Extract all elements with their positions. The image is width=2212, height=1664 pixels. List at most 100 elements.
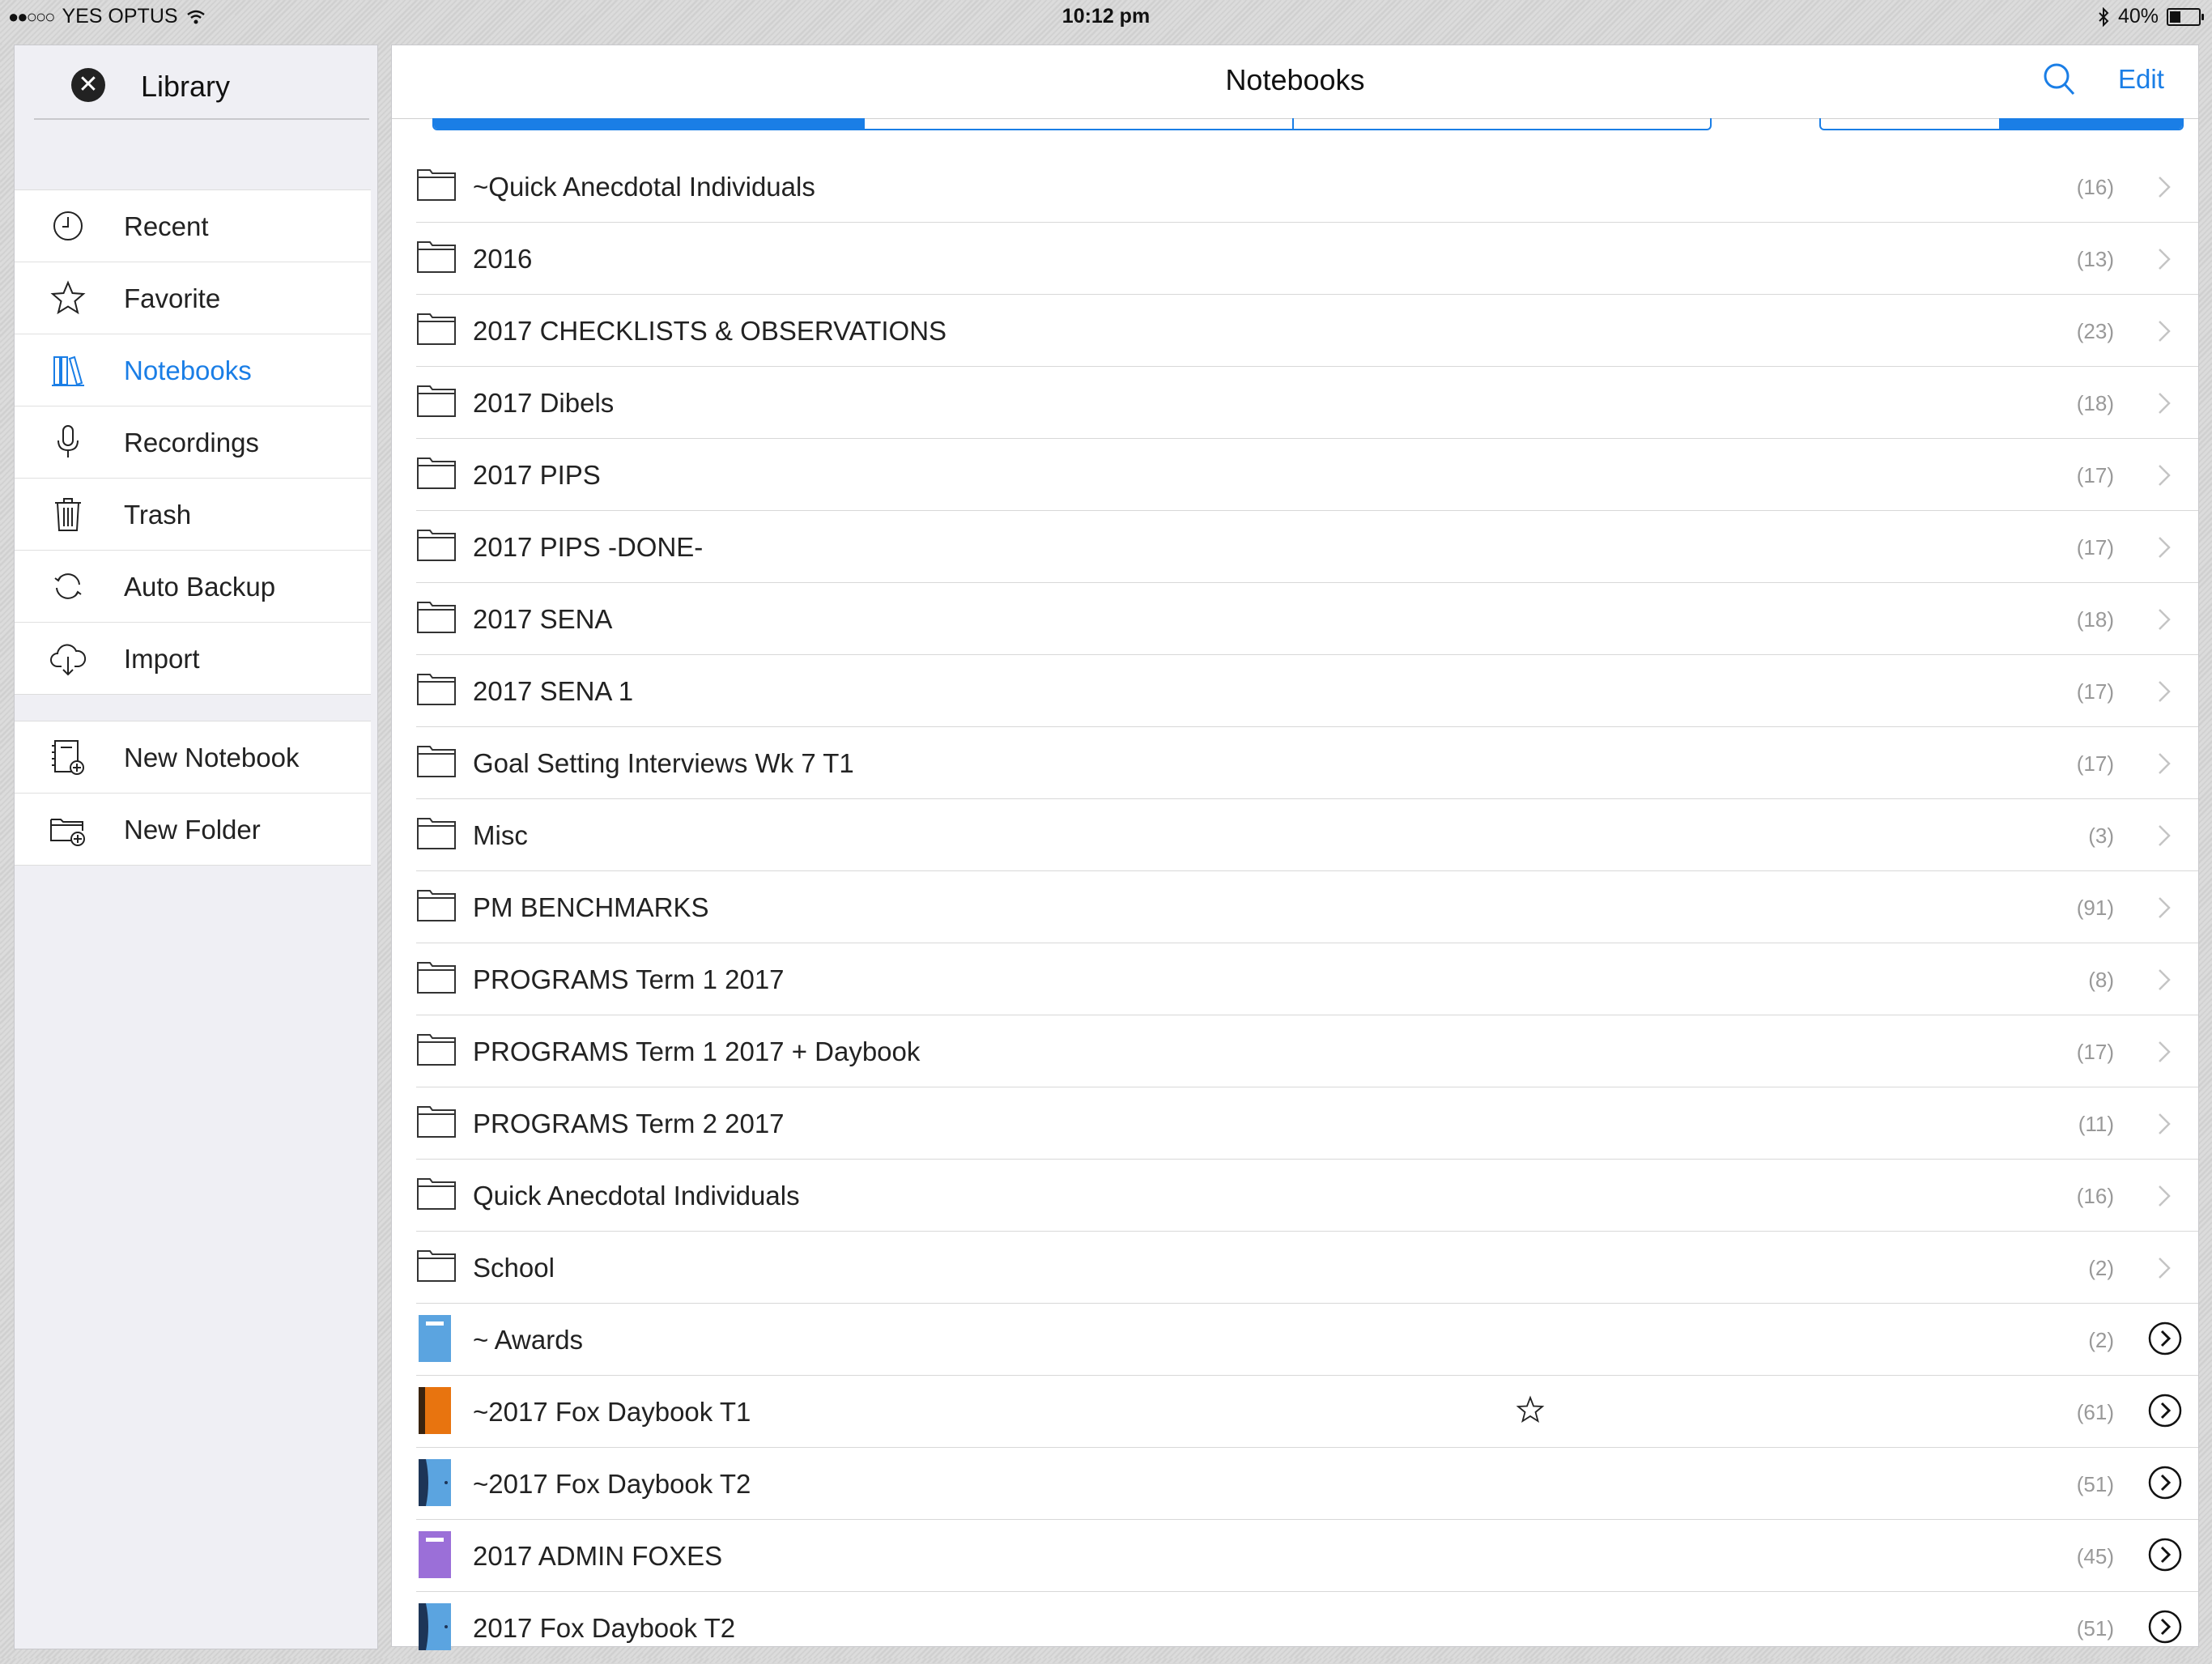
folder-row[interactable]: PROGRAMS Term 2 2017 (11) <box>416 1087 2198 1160</box>
notebook-detail-button[interactable] <box>2148 1466 2182 1500</box>
sidebar-item-notebooks[interactable]: Notebooks <box>15 334 371 406</box>
row-count: (61) <box>2076 1400 2114 1424</box>
filter-segmented-control[interactable] <box>432 118 1712 130</box>
sidebar-item-favorite[interactable]: Favorite <box>15 262 371 334</box>
row-count: (2) <box>2088 1328 2114 1352</box>
status-time: 10:12 pm <box>1061 5 1151 28</box>
sidebar-item-auto-backup[interactable]: Auto Backup <box>15 551 371 623</box>
notebook-cover-icon <box>419 1387 451 1434</box>
new-notebook-button[interactable]: New Notebook <box>15 721 371 794</box>
chevron-right-icon <box>2159 537 2171 558</box>
edit-button[interactable]: Edit <box>2118 64 2164 95</box>
notebook-cover-icon <box>419 1315 451 1362</box>
folder-row[interactable]: 2016 (13) <box>416 223 2198 295</box>
folder-row[interactable]: 2017 Dibels (18) <box>416 367 2198 439</box>
filter-segment-2[interactable] <box>863 118 1294 129</box>
notebook-cover-icon <box>419 1603 451 1650</box>
notebook-row[interactable]: ~ Awards (2) <box>416 1304 2198 1376</box>
sidebar-item-trash[interactable]: Trash <box>15 479 371 551</box>
folder-icon <box>417 1250 456 1282</box>
battery-percent: 40% <box>2117 5 2159 28</box>
folder-row[interactable]: Misc (3) <box>416 799 2198 871</box>
sidebar-item-recordings[interactable]: Recordings <box>15 406 371 479</box>
new-notebook-icon <box>52 740 84 775</box>
folder-row[interactable]: PROGRAMS Term 1 2017 (8) <box>416 943 2198 1015</box>
close-library-button[interactable]: ✕ <box>71 68 105 102</box>
new-folder-button[interactable]: New Folder <box>15 794 371 865</box>
notebook-row[interactable]: ~2017 Fox Daybook T1 (61) <box>416 1376 2198 1448</box>
folder-icon <box>417 313 456 345</box>
folder-icon <box>417 169 456 201</box>
folder-row[interactable]: 2017 SENA (18) <box>416 583 2198 655</box>
row-count: (16) <box>2076 175 2114 199</box>
chevron-right-icon <box>2159 897 2171 918</box>
library-actions: New Notebook New Folder <box>15 721 371 866</box>
folder-icon <box>417 674 456 705</box>
row-title: 2017 Fox Daybook T2 <box>473 1613 736 1643</box>
folder-icon <box>417 962 456 994</box>
sidebar-item-import[interactable]: Import <box>15 623 371 694</box>
notebook-row[interactable]: 2017 Fox Daybook T2 (51) <box>416 1592 2198 1664</box>
chevron-right-icon <box>2159 681 2171 702</box>
notebooks-panel: Notebooks Edit ~Quick Anecdotal Individu… <box>391 45 2199 1664</box>
folder-row[interactable]: 2017 SENA 1 (17) <box>416 655 2198 727</box>
row-title: PROGRAMS Term 1 2017 + Daybook <box>473 1036 921 1066</box>
row-count: (23) <box>2076 319 2114 343</box>
sidebar-item-label: Auto Backup <box>124 572 276 602</box>
notebook-row[interactable]: ~2017 Fox Daybook T2 (51) <box>416 1448 2198 1520</box>
close-icon: ✕ <box>78 71 99 98</box>
notebook-detail-button[interactable] <box>2148 1321 2182 1355</box>
folder-icon <box>417 746 456 777</box>
filter-segment-1[interactable] <box>434 118 863 129</box>
folder-icon <box>417 385 456 417</box>
row-title: Misc <box>473 820 528 850</box>
folder-row[interactable]: PROGRAMS Term 1 2017 + Daybook (17) <box>416 1015 2198 1087</box>
folder-row[interactable]: ~Quick Anecdotal Individuals (16) <box>416 151 2198 223</box>
sidebar-item-label: Favorite <box>124 283 221 313</box>
notebook-detail-button[interactable] <box>2148 1538 2182 1572</box>
microphone-icon <box>57 425 79 457</box>
folder-row[interactable]: Goal Setting Interviews Wk 7 T1 (17) <box>416 727 2198 799</box>
folder-row[interactable]: PM BENCHMARKS (91) <box>416 871 2198 943</box>
folder-icon <box>417 530 456 561</box>
new-notebook-label: New Notebook <box>124 743 300 772</box>
row-count: (8) <box>2088 968 2114 992</box>
sidebar-item-label: Trash <box>124 500 192 530</box>
search-icon[interactable] <box>2040 60 2078 99</box>
filter-segment-3[interactable] <box>1292 118 1710 129</box>
row-title: PROGRAMS Term 1 2017 <box>473 964 785 994</box>
folder-row[interactable]: School (2) <box>416 1232 2198 1304</box>
folder-row[interactable]: 2017 PIPS -DONE- (17) <box>416 511 2198 583</box>
view-segmented-control[interactable] <box>1819 118 2184 130</box>
row-count: (51) <box>2076 1616 2114 1641</box>
library-header: ✕ Library <box>34 45 369 120</box>
navigation-bar: Notebooks Edit <box>392 45 2198 119</box>
favorite-star-icon[interactable] <box>1516 1395 1545 1424</box>
row-title: Goal Setting Interviews Wk 7 T1 <box>473 748 854 778</box>
view-segment-2[interactable] <box>1999 118 2182 129</box>
row-title: 2017 SENA 1 <box>473 676 634 706</box>
sidebar-item-recent[interactable]: Recent <box>15 190 371 262</box>
bluetooth-icon <box>2099 6 2109 27</box>
sidebar-item-label: Import <box>124 644 200 674</box>
chevron-right-icon <box>2159 969 2171 990</box>
row-count: (13) <box>2076 247 2114 271</box>
row-count: (3) <box>2088 823 2114 848</box>
row-title: 2017 Dibels <box>473 388 615 418</box>
folder-icon <box>417 818 456 849</box>
row-title: ~Quick Anecdotal Individuals <box>473 172 815 202</box>
notebook-detail-button[interactable] <box>2148 1394 2182 1428</box>
row-count: (2) <box>2088 1256 2114 1280</box>
row-title: 2017 ADMIN FOXES <box>473 1541 723 1571</box>
folder-row[interactable]: 2017 CHECKLISTS & OBSERVATIONS (23) <box>416 295 2198 367</box>
row-count: (18) <box>2076 391 2114 415</box>
folder-row[interactable]: Quick Anecdotal Individuals (16) <box>416 1160 2198 1232</box>
folder-row[interactable]: 2017 PIPS (17) <box>416 439 2198 511</box>
notebook-detail-button[interactable] <box>2148 1610 2182 1644</box>
chevron-right-icon <box>2159 177 2171 198</box>
row-title: ~2017 Fox Daybook T2 <box>473 1469 751 1499</box>
row-title: Quick Anecdotal Individuals <box>473 1181 800 1211</box>
notebook-row[interactable]: 2017 ADMIN FOXES (45) <box>416 1520 2198 1592</box>
view-segment-1[interactable] <box>1821 118 1999 129</box>
library-sections: Recent Favorite Notebooks Recordings Tra… <box>15 189 371 695</box>
